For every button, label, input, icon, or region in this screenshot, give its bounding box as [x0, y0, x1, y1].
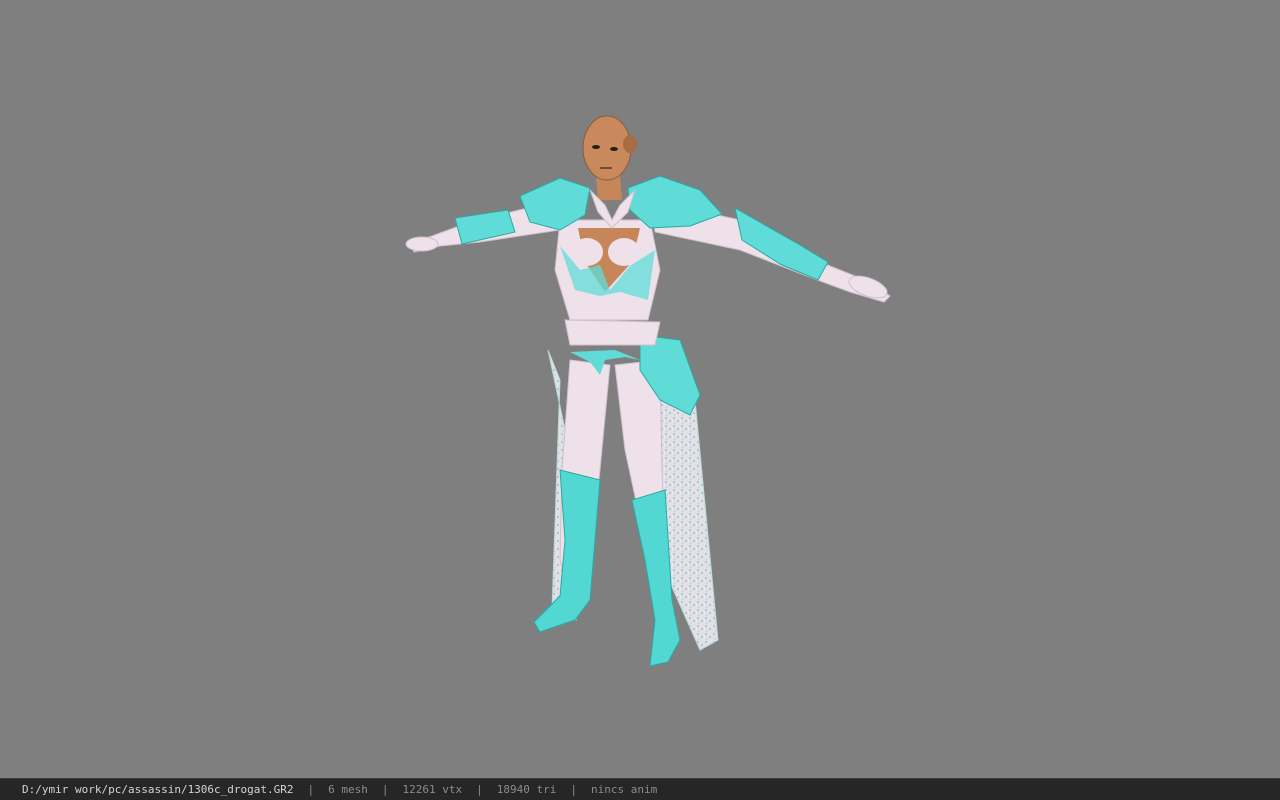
separator: |	[476, 783, 483, 796]
left-bracer	[454, 209, 516, 245]
file-path-label: D:/ymir work/pc/assassin/1306c_drogat.GR…	[22, 783, 294, 796]
status-bar: D:/ymir work/pc/assassin/1306c_drogat.GR…	[0, 778, 1280, 800]
left-hand	[405, 236, 439, 252]
left-boot	[533, 469, 601, 633]
separator: |	[570, 783, 577, 796]
model-viewport[interactable]	[0, 0, 1280, 778]
right-bracer	[734, 207, 829, 281]
vertex-count: 12261 vtx	[402, 783, 463, 796]
separator: |	[381, 783, 389, 796]
belt	[564, 319, 661, 346]
separator: |	[307, 783, 315, 796]
animation-status: nincs anim	[591, 783, 658, 796]
character-model-icon	[405, 115, 891, 667]
triangle-count: 18940 tri	[496, 783, 557, 796]
mesh-count: 6 mesh	[328, 783, 368, 796]
